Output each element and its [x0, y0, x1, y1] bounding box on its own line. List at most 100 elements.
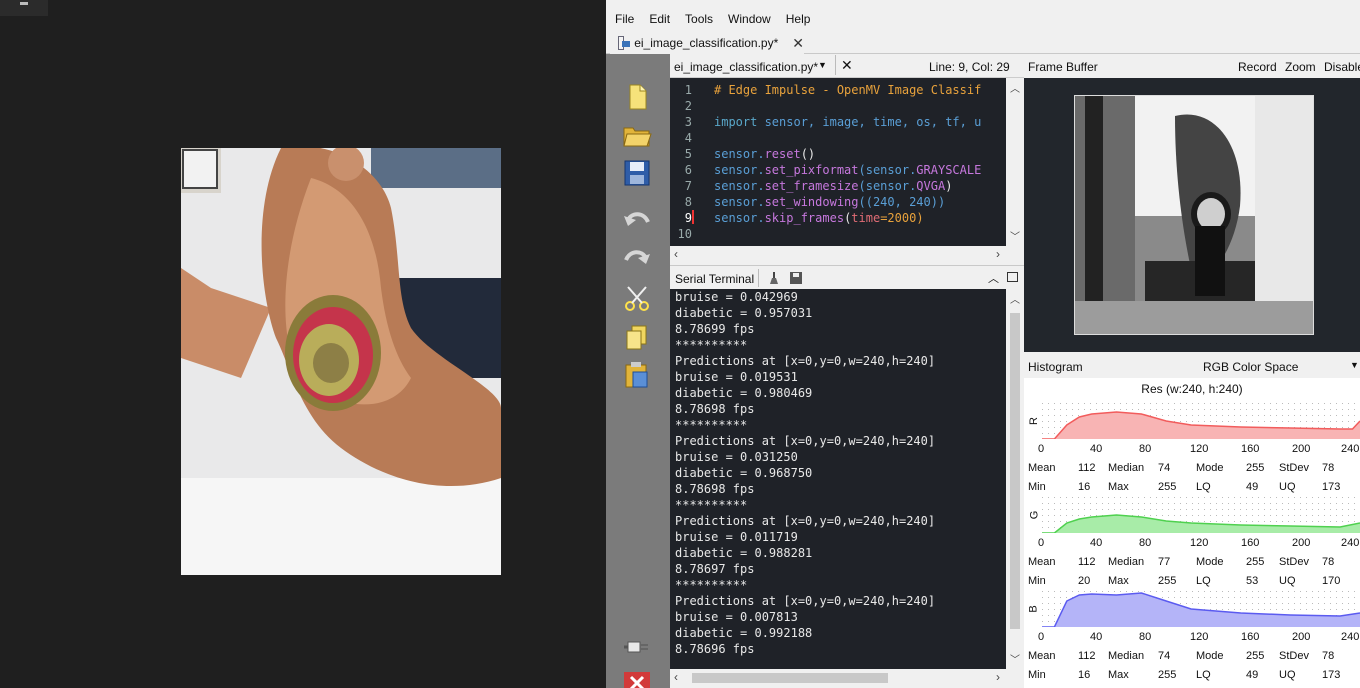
color-space-select[interactable]: RGB Color Space: [1203, 360, 1298, 374]
stat-label: Max: [1108, 669, 1129, 681]
terminal-line: bruise = 0.042969: [675, 290, 798, 304]
line-gutter: 1 2 3 4 5 6 7 8 9 10: [670, 78, 710, 246]
menu-file[interactable]: File: [606, 12, 640, 26]
code-token: (sensor.: [858, 163, 917, 177]
code-editor[interactable]: 1 2 3 4 5 6 7 8 9 10 # Edge Impulse - OpenMV Imag…: [670, 78, 1024, 246]
chevron-down-icon[interactable]: ▼: [1350, 360, 1359, 370]
terminal-vertical-scrollbar[interactable]: ︿ ﹀: [1006, 289, 1024, 669]
axis-tick-label: 200: [1292, 443, 1311, 455]
terminal-horizontal-scrollbar[interactable]: ‹ ›: [670, 669, 1024, 688]
stat-label: UQ: [1279, 481, 1296, 493]
scroll-down-icon[interactable]: ﹀: [1010, 651, 1020, 666]
file-tab[interactable]: ei_image_classification.py* ✕: [610, 32, 804, 54]
maximize-panel-icon[interactable]: [1007, 272, 1018, 282]
scroll-up-icon[interactable]: ︿: [1010, 80, 1020, 95]
stat-label: Median: [1108, 556, 1145, 568]
viewer-menu-button[interactable]: [0, 0, 48, 16]
stat-label: Min: [1028, 481, 1046, 493]
scroll-down-icon[interactable]: ﹀: [1010, 228, 1020, 243]
axis-tick-label: 80: [1139, 537, 1152, 549]
close-file-icon[interactable]: ✕: [841, 57, 853, 74]
stop-icon[interactable]: [622, 668, 652, 688]
histogram-plot: [1042, 497, 1360, 533]
stat-label: LQ: [1196, 575, 1211, 587]
open-folder-icon[interactable]: [622, 120, 652, 150]
clear-terminal-icon[interactable]: [766, 270, 782, 286]
code-line: sensor.reset(): [714, 147, 815, 161]
paste-icon[interactable]: [622, 360, 652, 390]
stat-label: StDev: [1279, 650, 1309, 662]
stat-label: Mode: [1196, 556, 1224, 568]
zoom-button[interactable]: Zoom: [1285, 60, 1316, 74]
cut-icon[interactable]: [622, 284, 652, 314]
terminal-line: diabetic = 0.992188: [675, 626, 813, 640]
stat-value-mode: 255: [1246, 462, 1265, 474]
stat-label: Median: [1108, 462, 1145, 474]
editor-file-select[interactable]: ei_image_classification.py*: [674, 60, 818, 74]
stat-label: UQ: [1279, 575, 1296, 587]
scroll-right-icon[interactable]: ›: [996, 247, 1000, 261]
code-token: GRAYSCALE: [916, 163, 982, 177]
editor-vertical-scrollbar[interactable]: ︿ ﹀: [1006, 78, 1024, 246]
serial-terminal-output[interactable]: bruise = 0.042969 diabetic = 0.957031 8.78…: [670, 289, 1006, 669]
divider: [835, 55, 836, 75]
main-toolbar: [606, 54, 670, 688]
code-token: sensor.: [714, 163, 765, 177]
scroll-up-icon[interactable]: ︿: [1010, 291, 1020, 306]
axis-tick-label: 160: [1241, 631, 1260, 643]
openmv-ide-window: File Edit Tools Window Help ei_image_cla…: [606, 0, 1360, 688]
scrollbar-thumb[interactable]: [692, 673, 888, 683]
chevron-down-icon[interactable]: ▼: [818, 60, 827, 70]
code-line: import sensor, image, time, os, tf, u: [714, 115, 981, 129]
menu-edit[interactable]: Edit: [640, 12, 676, 26]
code-token: sensor.: [714, 147, 765, 161]
stat-label: StDev: [1279, 556, 1309, 568]
record-button[interactable]: Record: [1238, 60, 1277, 74]
stat-value-lq: 49: [1246, 481, 1259, 493]
screen: File Edit Tools Window Help ei_image_cla…: [0, 0, 1360, 688]
code-token: (sensor.: [858, 179, 917, 193]
terminal-line: **********: [675, 498, 748, 512]
stat-label: Max: [1108, 481, 1129, 493]
collapse-icon[interactable]: ︿: [988, 270, 999, 286]
terminal-line: diabetic = 0.968750: [675, 466, 813, 480]
stat-label: Min: [1028, 669, 1046, 681]
axis-tick-label: 240: [1341, 537, 1360, 549]
save-icon[interactable]: [622, 158, 652, 188]
new-file-icon[interactable]: [622, 82, 652, 112]
stat-value-uq: 173: [1322, 669, 1341, 681]
close-tab-icon[interactable]: ✕: [792, 35, 804, 52]
frame-buffer-header: Frame Buffer Record Zoom Disable: [1024, 54, 1360, 78]
connect-plug-icon[interactable]: [622, 632, 652, 662]
save-terminal-icon[interactable]: [788, 270, 804, 286]
code-line: sensor.set_framesize(sensor.QVGA): [714, 179, 952, 193]
line-number: 3: [684, 115, 692, 129]
terminal-line: **********: [675, 418, 748, 432]
scrollbar-thumb[interactable]: [1010, 313, 1020, 629]
axis-tick-label: 120: [1190, 537, 1209, 549]
axis-tick-label: 160: [1241, 443, 1260, 455]
stat-value-median: 74: [1158, 650, 1171, 662]
stat-value-stdev: 78: [1322, 650, 1335, 662]
code-token: set_framesize: [764, 179, 859, 193]
terminal-line: 8.78696 fps: [675, 642, 755, 656]
terminal-line: Predictions at [x=0,y=0,w=240,h=240]: [675, 354, 936, 368]
menu-help[interactable]: Help: [777, 12, 817, 26]
foot-ulcer-photo: [181, 148, 501, 575]
copy-icon[interactable]: [622, 322, 652, 352]
scroll-left-icon[interactable]: ‹: [674, 247, 678, 261]
scroll-right-icon[interactable]: ›: [996, 670, 1000, 684]
code-token: set_windowing: [764, 195, 859, 209]
stat-label: Mode: [1196, 650, 1224, 662]
axis-tick-label: 200: [1292, 537, 1311, 549]
stat-label: Median: [1108, 650, 1145, 662]
undo-icon[interactable]: [622, 206, 652, 236]
disable-button[interactable]: Disable: [1324, 60, 1360, 74]
line-number: 6: [684, 163, 692, 177]
scroll-left-icon[interactable]: ‹: [674, 670, 678, 684]
code-token: QVGA: [916, 179, 946, 193]
menu-window[interactable]: Window: [719, 12, 777, 26]
redo-icon[interactable]: [622, 244, 652, 274]
editor-horizontal-scrollbar[interactable]: ‹ ›: [670, 246, 1024, 264]
menu-tools[interactable]: Tools: [676, 12, 719, 26]
